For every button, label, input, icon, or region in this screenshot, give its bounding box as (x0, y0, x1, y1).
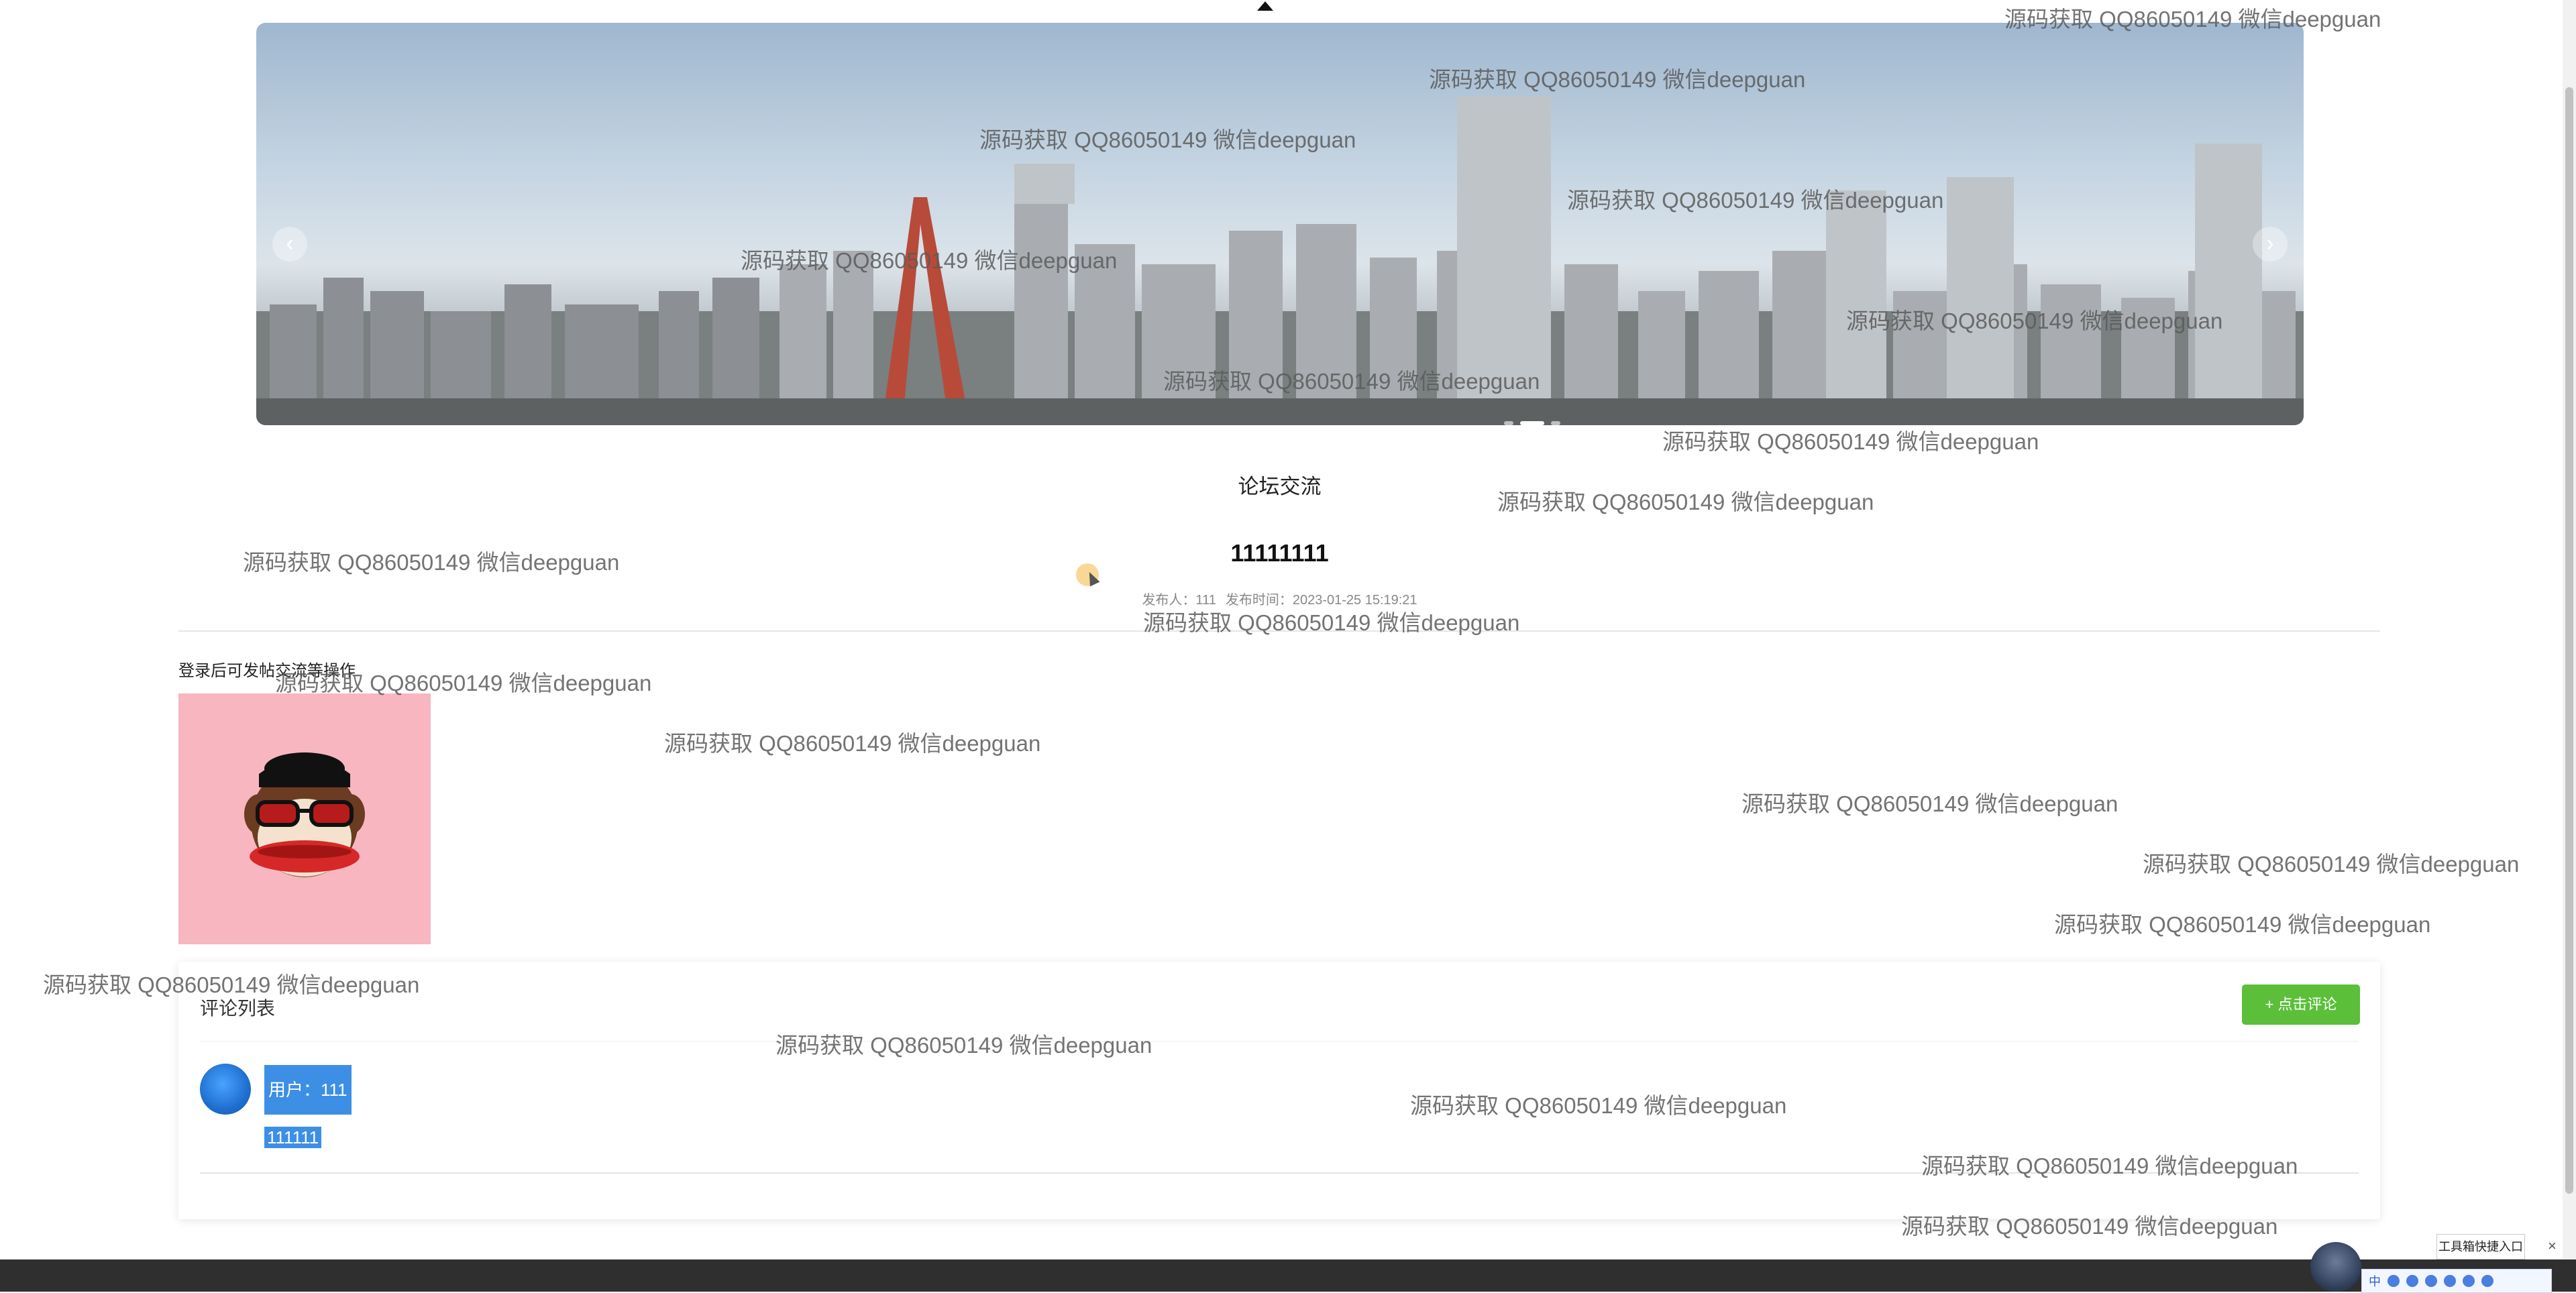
banner-dot-active[interactable] (1520, 421, 1544, 425)
scroll-up-icon[interactable] (1257, 1, 1273, 11)
comment-list-title: 评论列表 (200, 998, 276, 1019)
toolbox-shortcut-label[interactable]: 工具箱快捷入口 (2436, 1234, 2525, 1259)
punctuation-icon[interactable] (2406, 1275, 2418, 1287)
watermark: 源码获取 QQ86050149 微信deepguan (664, 731, 1041, 756)
post-author: 发布人：111 (1142, 593, 1216, 608)
post-meta: 发布人：111 发布时间：2023-01-25 15:19:21 (0, 589, 2559, 608)
scrollbar-thumb[interactable] (2565, 87, 2573, 1194)
comment-text: 111111 (264, 1127, 322, 1148)
add-comment-button[interactable]: + 点击评论 (2242, 985, 2360, 1025)
post-title: 11111111 (1230, 539, 1329, 567)
banner-prev-button[interactable]: ‹ (272, 227, 307, 262)
banner-dot[interactable] (1551, 421, 1560, 425)
watermark: 源码获取 QQ86050149 微信deepguan (2143, 852, 2520, 877)
post-image (178, 693, 431, 944)
watermark: 源码获取 QQ86050149 微信deepguan (1741, 791, 2118, 816)
toolbox-avatar[interactable] (2310, 1242, 2361, 1292)
section-title: 论坛交流 (1238, 475, 1322, 498)
watermark: 源码获取 QQ86050149 微信deepguan (1143, 610, 1520, 635)
comment-section: 评论列表 + 点击评论 用户：111 111111 (178, 962, 2380, 1219)
watermark: 源码获取 QQ86050149 微信deepguan (2054, 912, 2431, 937)
emoji-icon[interactable] (2425, 1275, 2437, 1287)
grid-icon[interactable] (2481, 1275, 2493, 1287)
banner-indicator (1504, 421, 1560, 425)
login-hint: 登录后可发帖交流等操作 (178, 662, 356, 680)
skin-icon[interactable] (2463, 1275, 2475, 1287)
post-time: 发布时间：2023-01-25 15:19:21 (1225, 593, 1417, 608)
page-scrollbar[interactable] (2563, 0, 2576, 1261)
comment-user: 用户：111 (264, 1065, 352, 1115)
comment-divider (200, 1172, 2359, 1174)
tools-icon[interactable] (2444, 1275, 2456, 1287)
city-skyline-image (256, 97, 2304, 425)
moon-icon[interactable] (2387, 1275, 2400, 1287)
ime-lang-indicator[interactable]: 中 (2369, 1272, 2381, 1290)
ime-toolbar[interactable]: 中 (2361, 1269, 2552, 1293)
footer-bar (0, 1259, 2576, 1292)
watermark: 源码获取 QQ86050149 微信deepguan (1662, 429, 2039, 454)
banner-next-button[interactable]: › (2253, 227, 2288, 262)
comment-header-divider (200, 1041, 2359, 1042)
banner-carousel[interactable]: ‹ › (256, 23, 2304, 425)
toolbox-close-icon[interactable]: × (2548, 1234, 2557, 1258)
banner-dot[interactable] (1504, 421, 1513, 425)
commenter-avatar (200, 1064, 251, 1115)
monkey-illustration (244, 752, 365, 877)
post-divider (178, 630, 2380, 632)
